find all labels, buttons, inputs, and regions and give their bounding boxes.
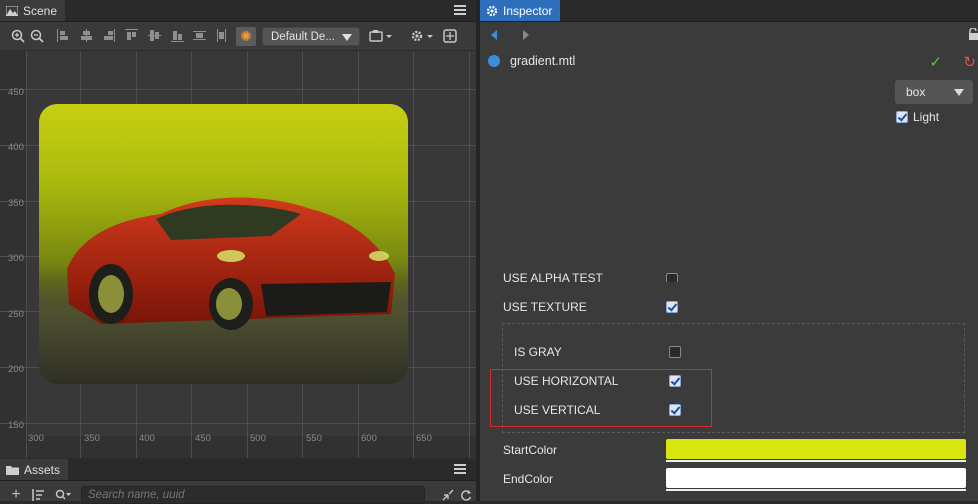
align-right-icon[interactable] bbox=[102, 29, 116, 42]
settings-gear-icon[interactable] bbox=[409, 28, 435, 44]
effect-select-label: box bbox=[906, 85, 926, 99]
light-label: Light bbox=[913, 110, 940, 124]
forward-arrow-icon[interactable] bbox=[523, 30, 529, 40]
tab-scene[interactable]: Scene bbox=[0, 0, 66, 21]
apply-check-icon[interactable]: ✓ bbox=[929, 53, 942, 71]
assets-tabbar: Assets bbox=[0, 459, 476, 481]
tab-inspector-label: Inspector bbox=[503, 3, 553, 18]
inspector-asset-row: gradient.mtl ✓ ↻ bbox=[480, 48, 978, 74]
start-color-swatch[interactable] bbox=[666, 439, 966, 462]
lighting-toggle-icon[interactable]: ✺ bbox=[236, 27, 256, 46]
use-alpha-test-checkbox[interactable] bbox=[666, 273, 678, 282]
maximize-view-icon[interactable] bbox=[442, 28, 458, 44]
assets-menu-icon[interactable] bbox=[454, 462, 466, 476]
align-top-icon[interactable] bbox=[125, 29, 139, 42]
x-ruler-label: 650 bbox=[416, 433, 432, 444]
use-texture-checkbox[interactable] bbox=[666, 301, 678, 313]
layout-dropdown[interactable]: Default De... bbox=[262, 27, 360, 46]
start-color-label: StartColor bbox=[503, 443, 558, 457]
is-gray-label: IS GRAY bbox=[514, 345, 562, 359]
align-left-icon[interactable] bbox=[57, 29, 71, 42]
y-ruler-label: 150 bbox=[8, 420, 24, 431]
x-ruler-label: 450 bbox=[195, 433, 211, 444]
assets-search-input[interactable] bbox=[81, 486, 425, 504]
camera-dropdown-icon[interactable] bbox=[368, 28, 394, 44]
tab-scene-label: Scene bbox=[23, 3, 58, 18]
scene-panel: Scene ✺ Default De... 450 400 350 300 25… bbox=[0, 0, 476, 458]
x-ruler bbox=[0, 436, 476, 458]
highlight-box bbox=[490, 369, 712, 427]
car-image bbox=[67, 197, 395, 330]
effect-select[interactable]: box bbox=[895, 80, 973, 104]
light-checkbox[interactable] bbox=[896, 111, 908, 123]
revert-icon[interactable]: ↻ bbox=[963, 53, 976, 71]
gradient-sprite[interactable] bbox=[39, 104, 408, 384]
y-ruler-label: 400 bbox=[8, 142, 24, 153]
distribute-h-icon[interactable] bbox=[215, 29, 229, 42]
use-texture-label: USE TEXTURE bbox=[503, 300, 587, 314]
use-alpha-test-row: USE ALPHA TEST bbox=[480, 268, 978, 282]
scene-toolbar: ✺ Default De... bbox=[0, 22, 476, 51]
align-vcenter-icon[interactable] bbox=[148, 29, 162, 42]
is-gray-checkbox[interactable] bbox=[669, 346, 681, 358]
use-alpha-test-label: USE ALPHA TEST bbox=[503, 271, 603, 282]
scene-tabbar: Scene bbox=[0, 0, 476, 22]
scene-icon bbox=[6, 5, 18, 16]
x-ruler-label: 550 bbox=[306, 433, 322, 444]
x-ruler-label: 400 bbox=[139, 433, 155, 444]
scene-viewport[interactable]: 450 400 350 300 250 200 150 300 350 400 … bbox=[0, 51, 476, 458]
lock-icon[interactable] bbox=[968, 28, 978, 40]
distribute-v-icon[interactable] bbox=[193, 29, 207, 42]
align-bottom-icon[interactable] bbox=[171, 29, 185, 42]
y-ruler-label: 250 bbox=[8, 309, 24, 320]
zoom-in-icon[interactable] bbox=[10, 28, 26, 44]
back-arrow-icon[interactable] bbox=[491, 30, 497, 40]
x-ruler-label: 500 bbox=[250, 433, 266, 444]
gear-icon bbox=[486, 5, 498, 16]
tab-assets-label: Assets bbox=[24, 462, 61, 477]
assets-panel: Assets + bbox=[0, 459, 476, 504]
chevron-down-icon bbox=[954, 89, 964, 96]
asset-name: gradient.mtl bbox=[510, 54, 576, 68]
chevron-down-icon bbox=[342, 34, 352, 41]
x-ruler-label: 350 bbox=[84, 433, 100, 444]
y-ruler-label: 450 bbox=[8, 87, 24, 98]
tab-assets[interactable]: Assets bbox=[0, 459, 69, 480]
scene-menu-icon[interactable] bbox=[454, 3, 466, 17]
x-ruler-label: 300 bbox=[28, 433, 44, 444]
inspector-nav bbox=[480, 22, 978, 47]
y-ruler-label: 350 bbox=[8, 198, 24, 209]
end-color-swatch[interactable] bbox=[666, 468, 966, 491]
y-ruler-label: 200 bbox=[8, 364, 24, 375]
material-icon bbox=[488, 55, 500, 67]
x-ruler-label: 600 bbox=[361, 433, 377, 444]
y-ruler-label: 300 bbox=[8, 253, 24, 264]
align-hcenter-icon[interactable] bbox=[80, 29, 94, 42]
inspector-panel: Inspector gradient.mtl ✓ ↻ box Light USE… bbox=[480, 0, 978, 501]
inspector-tabbar: Inspector bbox=[480, 0, 978, 22]
tab-inspector[interactable]: Inspector bbox=[480, 0, 561, 21]
layout-dropdown-label: Default De... bbox=[271, 30, 335, 43]
folder-icon bbox=[6, 465, 19, 475]
end-color-label: EndColor bbox=[503, 472, 554, 486]
zoom-out-icon[interactable] bbox=[29, 28, 45, 44]
